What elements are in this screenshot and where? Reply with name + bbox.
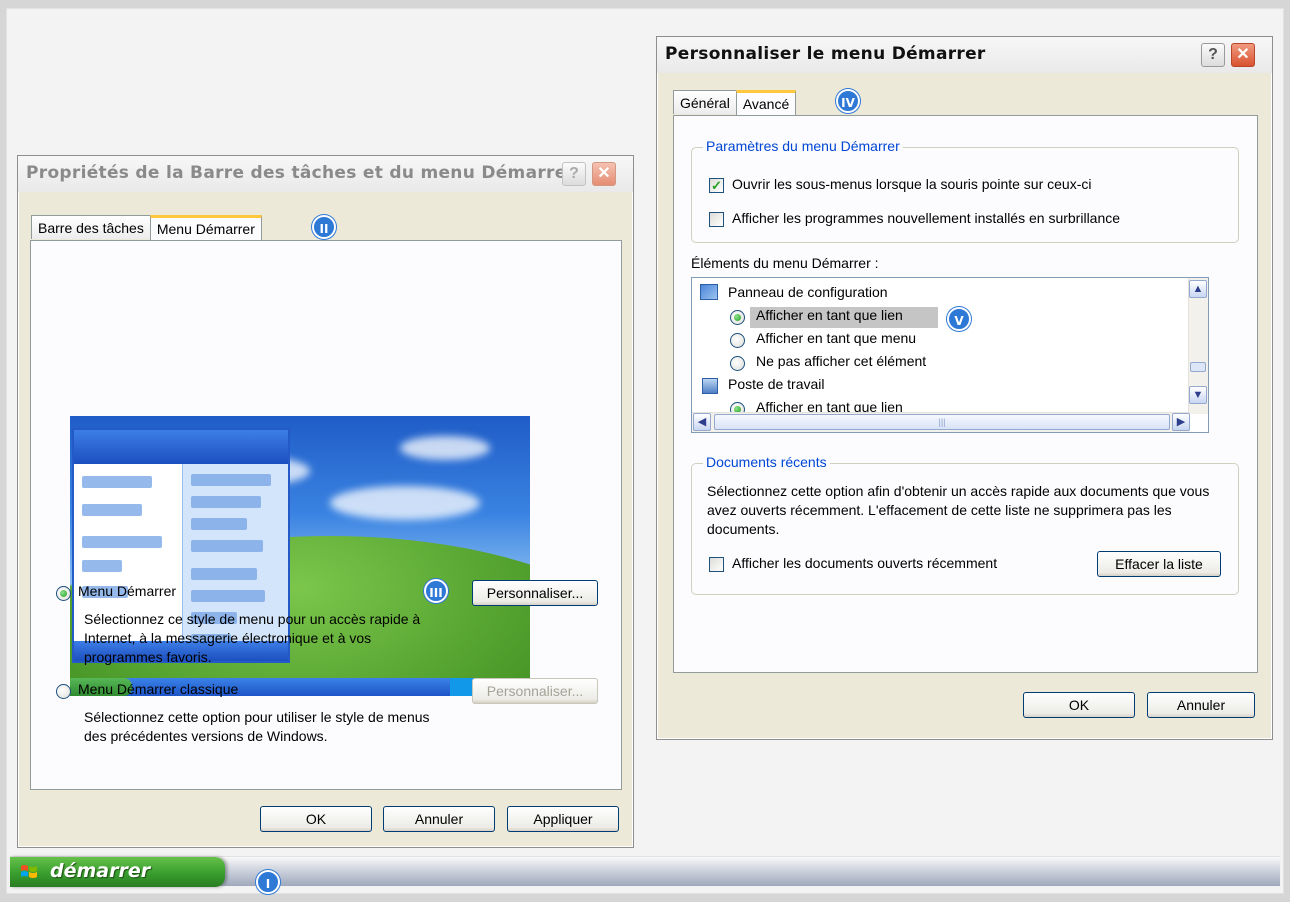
scroll-down-icon[interactable]: ▼ xyxy=(1189,386,1207,404)
tab-taskbar[interactable]: Barre des tâches xyxy=(31,215,151,239)
title-bar[interactable]: Propriétés de la Barre des tâches et du … xyxy=(18,156,633,192)
highlight-new-label[interactable]: Afficher les programmes nouvellement ins… xyxy=(732,210,1120,226)
radio-start-menu[interactable] xyxy=(56,586,71,601)
checkbox-open-submenus[interactable]: ✓ xyxy=(709,178,724,193)
recent-group-legend: Documents récents xyxy=(703,454,830,470)
radio-classic-menu[interactable] xyxy=(56,684,71,699)
radio-start-menu-label[interactable]: Menu Démarrer xyxy=(78,583,176,599)
my-computer-icon xyxy=(702,378,718,394)
scroll-up-icon[interactable]: ▲ xyxy=(1189,280,1207,298)
help-button[interactable]: ? xyxy=(1201,43,1225,67)
tab-start-menu[interactable]: Menu Démarrer xyxy=(149,215,262,240)
step-badge-2: II xyxy=(312,215,336,239)
ok-button[interactable]: OK xyxy=(260,806,372,832)
close-button[interactable]: ✕ xyxy=(1231,43,1255,67)
items-label: Éléments du menu Démarrer : xyxy=(691,255,879,271)
scroll-left-icon[interactable]: ◀ xyxy=(693,413,711,431)
radio-cp-show-as-menu[interactable] xyxy=(730,333,745,348)
list-item-control-panel[interactable]: Panneau de configuration xyxy=(728,284,888,300)
step-badge-3: III xyxy=(424,579,448,603)
start-button[interactable]: démarrer xyxy=(10,857,225,887)
window-title: Propriétés de la Barre des tâches et du … xyxy=(26,163,576,183)
taskbar: démarrer xyxy=(10,856,1280,887)
step-badge-4: IV xyxy=(836,89,860,113)
settings-group-legend: Paramètres du menu Démarrer xyxy=(703,138,903,154)
cancel-button[interactable]: Annuler xyxy=(1147,692,1255,718)
settings-groupbox xyxy=(691,147,1239,243)
start-button-label: démarrer xyxy=(50,860,151,882)
show-recent-label[interactable]: Afficher les documents ouverts récemment xyxy=(732,555,997,571)
cancel-button[interactable]: Annuler xyxy=(383,806,495,832)
list-item-cp-show-as-link[interactable]: Afficher en tant que lien xyxy=(756,307,903,323)
vertical-scroll-thumb[interactable] xyxy=(1190,362,1206,372)
checkbox-highlight-new[interactable] xyxy=(709,212,724,227)
recent-documents-description: Sélectionnez cette option afin d'obtenir… xyxy=(707,483,1210,537)
radio-cp-dont-show[interactable] xyxy=(730,356,745,371)
checkbox-show-recent[interactable] xyxy=(709,557,724,572)
scroll-right-icon[interactable]: ▶ xyxy=(1172,413,1190,431)
radio-cp-show-as-link[interactable] xyxy=(730,310,745,325)
start-menu-description: Sélectionnez ce style de menu pour un ac… xyxy=(84,611,421,665)
tab-strip: Barre des tâches Menu Démarrer xyxy=(31,214,262,240)
title-bar[interactable]: Personnaliser le menu Démarrer ? ✕ xyxy=(657,37,1272,73)
list-item-cp-dont-show[interactable]: Ne pas afficher cet élément xyxy=(756,353,926,369)
apply-button[interactable]: Appliquer xyxy=(507,806,619,832)
taskbar-properties-window: Propriétés de la Barre des tâches et du … xyxy=(17,155,634,848)
radio-classic-menu-label[interactable]: Menu Démarrer classique xyxy=(78,681,238,697)
window-title: Personnaliser le menu Démarrer xyxy=(665,44,986,64)
windows-logo-icon xyxy=(21,865,37,878)
control-panel-icon xyxy=(700,284,718,300)
ok-button[interactable]: OK xyxy=(1023,692,1135,718)
tab-advanced[interactable]: Avancé xyxy=(735,90,797,115)
close-button[interactable]: ✕ xyxy=(592,162,616,186)
step-badge-5: V xyxy=(947,307,971,331)
customize-start-menu-button[interactable]: Personnaliser... xyxy=(472,580,598,606)
list-item-cp-show-as-menu[interactable]: Afficher en tant que menu xyxy=(756,330,916,346)
customize-classic-button[interactable]: Personnaliser... xyxy=(472,678,598,704)
open-submenus-label[interactable]: Ouvrir les sous-menus lorsque la souris … xyxy=(732,176,1091,192)
help-button[interactable]: ? xyxy=(562,162,586,186)
tab-general[interactable]: Général xyxy=(673,90,737,114)
classic-menu-description: Sélectionnez cette option pour utiliser … xyxy=(84,709,430,744)
customize-start-menu-window: Personnaliser le menu Démarrer ? ✕ Génér… xyxy=(656,36,1273,740)
list-item-my-computer[interactable]: Poste de travail xyxy=(728,376,825,392)
tab-strip: Général Avancé xyxy=(673,89,797,115)
start-menu-items-list[interactable]: Panneau de configuration Afficher en tan… xyxy=(691,277,1209,433)
horizontal-scroll-thumb[interactable]: ||| xyxy=(714,414,1170,430)
step-badge-1: I xyxy=(256,870,280,894)
clear-list-button[interactable]: Effacer la liste xyxy=(1097,551,1221,577)
